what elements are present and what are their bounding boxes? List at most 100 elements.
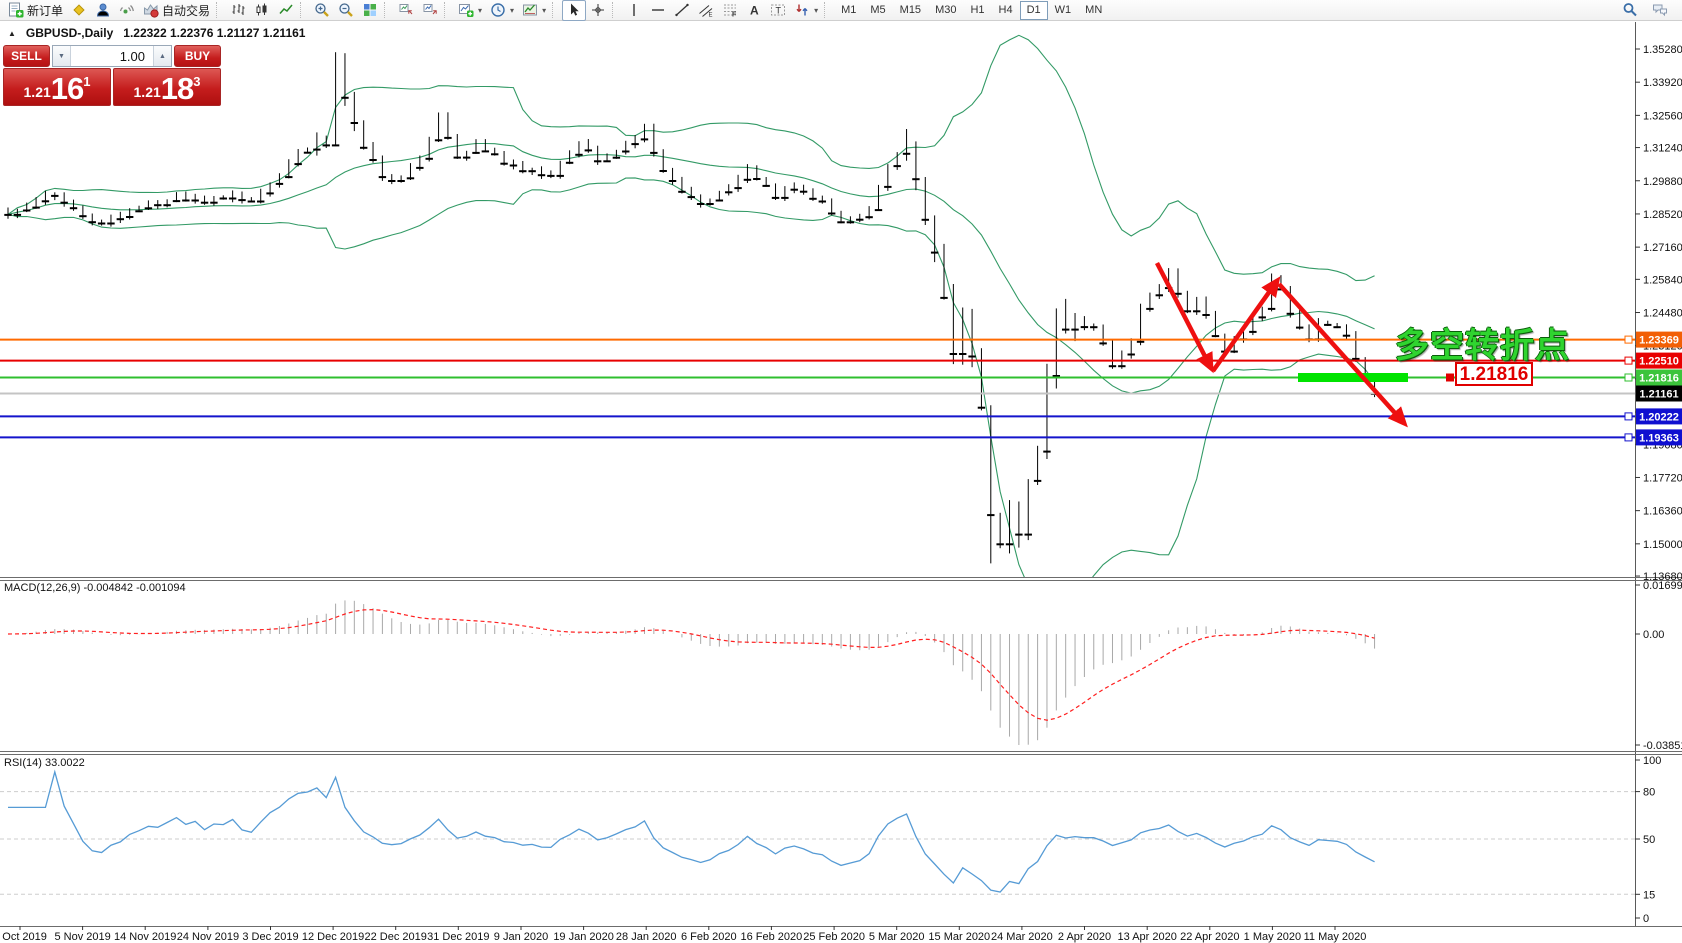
chart-header: ▲ GBPUSD-,Daily 1.22322 1.22376 1.21127 …	[8, 26, 305, 40]
collapse-arrow-icon[interactable]: ▲	[8, 29, 16, 38]
candle	[866, 217, 872, 218]
fibonacci-button[interactable]: F	[718, 0, 742, 21]
text-button[interactable]: A	[742, 0, 766, 21]
candle	[838, 222, 844, 223]
timeframe-m1-button[interactable]: M1	[834, 1, 863, 20]
candlestick-mode-button[interactable]	[250, 0, 274, 21]
vertical-line-button[interactable]	[622, 0, 646, 21]
cursor-button[interactable]	[562, 0, 586, 21]
level-line-1.21816[interactable]: 1.21816	[0, 370, 1682, 386]
chart-canvas[interactable]: 1.352801.339201.325601.312401.298801.285…	[0, 21, 1682, 943]
search-button[interactable]	[1618, 0, 1642, 21]
chart-shift-button[interactable]	[418, 0, 442, 21]
chat-button[interactable]	[1648, 0, 1672, 21]
candle	[782, 197, 788, 198]
candle	[632, 144, 638, 145]
timeframe-h1-button[interactable]: H1	[963, 1, 991, 20]
sell-price-display[interactable]: 1.21161	[3, 68, 111, 106]
volume-increase-button[interactable]: ▲	[153, 46, 171, 66]
editor-icon	[71, 2, 87, 18]
text-label-button[interactable]: T	[766, 0, 790, 21]
market-watch-button[interactable]	[91, 0, 115, 21]
candle	[894, 166, 900, 167]
dropdown-caret-icon: ▾	[542, 6, 546, 15]
timeframe-mn-button[interactable]: MN	[1078, 1, 1109, 20]
new-order-button[interactable]: 新订单	[4, 0, 67, 21]
candle	[828, 213, 834, 214]
arrange2-icon	[422, 2, 438, 18]
candle	[286, 177, 292, 178]
metaeditor-button[interactable]	[67, 0, 91, 21]
candle	[875, 210, 881, 211]
candle	[538, 175, 544, 176]
timeframe-w1-button[interactable]: W1	[1048, 1, 1079, 20]
candle	[950, 354, 956, 355]
turning-point-annotation[interactable]: 多空转折点	[1395, 318, 1570, 367]
candle	[1212, 336, 1218, 337]
crosshair-button[interactable]	[586, 0, 610, 21]
timeframe-m30-button[interactable]: M30	[928, 1, 963, 20]
volume-decrease-button[interactable]: ▼	[53, 46, 71, 66]
auto-scroll-button[interactable]	[394, 0, 418, 21]
autotrading-button[interactable]: 自动交易	[139, 0, 214, 21]
candle	[304, 152, 310, 153]
candle	[211, 202, 217, 203]
candle	[1268, 308, 1274, 309]
level-line-1.20222[interactable]: 1.20222	[0, 408, 1682, 424]
rsi-scale-label: 100	[1643, 755, 1661, 767]
date-axis: 7 Oct 20195 Nov 201914 Nov 201924 Nov 20…	[0, 926, 1366, 943]
timeframe-h4-button[interactable]: H4	[992, 1, 1020, 20]
candle	[744, 179, 750, 180]
zoom-out-button[interactable]	[334, 0, 358, 21]
candle	[1194, 311, 1200, 312]
rsi-pane	[0, 772, 1635, 894]
macd-scale-label: -0.038519	[1643, 740, 1682, 752]
candle	[791, 189, 797, 190]
timeframe-m15-button[interactable]: M15	[893, 1, 928, 20]
price-tag-annotation[interactable]: 1.21816	[1455, 362, 1533, 386]
timeframe-d1-button[interactable]: D1	[1020, 1, 1048, 20]
level-line-1.19363[interactable]: 1.19363	[0, 429, 1682, 445]
equidistant-channel-button[interactable]: E	[694, 0, 718, 21]
candle	[1296, 327, 1302, 328]
level-line-1.21161[interactable]: 1.21161	[0, 386, 1682, 402]
candle	[435, 140, 441, 141]
new-chart-button[interactable]: ▾	[454, 0, 486, 21]
candle	[679, 191, 685, 192]
buy-button[interactable]: BUY	[174, 45, 221, 67]
price-tick-label: 1.28520	[1643, 209, 1682, 221]
search-icon	[1622, 2, 1638, 18]
candle	[454, 157, 460, 158]
tile-windows-button[interactable]	[358, 0, 382, 21]
new-order-label: 新订单	[27, 2, 63, 19]
date-tick-label: 2 Apr 2020	[1058, 931, 1111, 943]
zoom-in-button[interactable]	[310, 0, 334, 21]
trendline-button[interactable]	[670, 0, 694, 21]
candle	[819, 201, 825, 202]
candle	[389, 181, 395, 182]
bar-chart-mode-button[interactable]	[226, 0, 250, 21]
candle	[258, 201, 264, 202]
candle	[594, 161, 600, 162]
toolbar: 新订单自动交易▾▾▾EFAT▾M1M5M15M30H1H4D1W1MN	[0, 0, 1682, 21]
timeframe-m5-button[interactable]: M5	[863, 1, 892, 20]
candle	[1119, 366, 1125, 367]
candle	[426, 158, 432, 159]
candle	[903, 153, 909, 154]
templates-button[interactable]: ▾	[518, 0, 550, 21]
line-chart-mode-button[interactable]	[274, 0, 298, 21]
horizontal-line-button[interactable]	[646, 0, 670, 21]
buy-price-display[interactable]: 1.21183	[113, 68, 221, 106]
candle	[669, 181, 675, 182]
arrows-button[interactable]: ▾	[790, 0, 822, 21]
date-tick-label: 28 Jan 2020	[616, 931, 677, 943]
volume-input[interactable]	[71, 46, 153, 66]
toolbar-separator	[552, 2, 558, 18]
periods-button[interactable]: ▾	[486, 0, 518, 21]
sell-button[interactable]: SELL	[3, 45, 50, 67]
signals-button[interactable]	[115, 0, 139, 21]
candle	[501, 163, 507, 164]
date-tick-label: 22 Dec 2019	[365, 931, 427, 943]
candle	[332, 145, 338, 146]
candle	[651, 152, 657, 153]
